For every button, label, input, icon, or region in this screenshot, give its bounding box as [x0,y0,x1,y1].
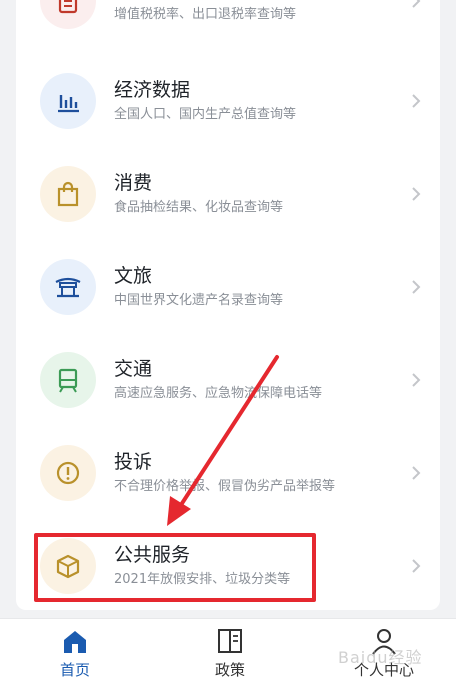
service-subtitle: 不合理价格举报、假冒伪劣产品举报等 [114,478,336,494]
tab-policy[interactable]: 政策 [170,619,290,690]
service-title: 消费 [114,171,153,194]
service-title: 投诉 [114,450,153,473]
home-icon [64,631,86,653]
alert-icon [40,444,96,501]
service-subtitle: 中国世界文化遗产名录查询等 [114,292,284,308]
pavilion-icon [40,258,96,315]
chevron-right-icon [412,186,421,201]
services-card: 税务 增值税税率、出口退税率查询等 经济数据 全国人口、国内生产总值查询等 消费… [16,0,440,610]
book-icon [218,629,242,653]
service-item-consumption[interactable]: 消费 食品抽检结果、化妆品查询等 [16,147,440,240]
service-subtitle: 食品抽检结果、化妆品查询等 [114,199,284,215]
service-title: 文旅 [114,264,153,287]
highlight-box [34,533,316,602]
shopping-bag-icon [40,165,96,222]
train-icon [40,351,96,408]
service-title: 经济数据 [114,78,191,101]
bar-chart-icon [40,72,96,129]
tab-label: 政策 [214,661,245,679]
service-subtitle: 全国人口、国内生产总值查询等 [114,106,297,122]
service-subtitle: 增值税税率、出口退税率查询等 [114,6,297,22]
chevron-right-icon [412,558,421,573]
service-subtitle: 高速应急服务、应急物流保障电话等 [114,385,323,401]
watermark: Baidu经验 [338,648,423,667]
tax-doc-icon [40,0,96,29]
service-item-culture-tourism[interactable]: 文旅 中国世界文化遗产名录查询等 [16,240,440,333]
service-item-economy[interactable]: 经济数据 全国人口、国内生产总值查询等 [16,54,440,147]
service-item-complaint[interactable]: 投诉 不合理价格举报、假冒伪劣产品举报等 [16,426,440,519]
chevron-right-icon [412,465,421,480]
chevron-right-icon [412,279,421,294]
chevron-right-icon [412,372,421,387]
service-item-transport[interactable]: 交通 高速应急服务、应急物流保障电话等 [16,333,440,426]
tab-home[interactable]: 首页 [15,619,135,690]
service-title: 交通 [114,357,153,380]
tab-label: 首页 [59,661,90,679]
chevron-right-icon [412,93,421,108]
service-item-tax[interactable]: 税务 增值税税率、出口退税率查询等 [16,0,440,47]
service-title: 税务 [114,0,296,3]
chevron-right-icon [412,0,421,8]
